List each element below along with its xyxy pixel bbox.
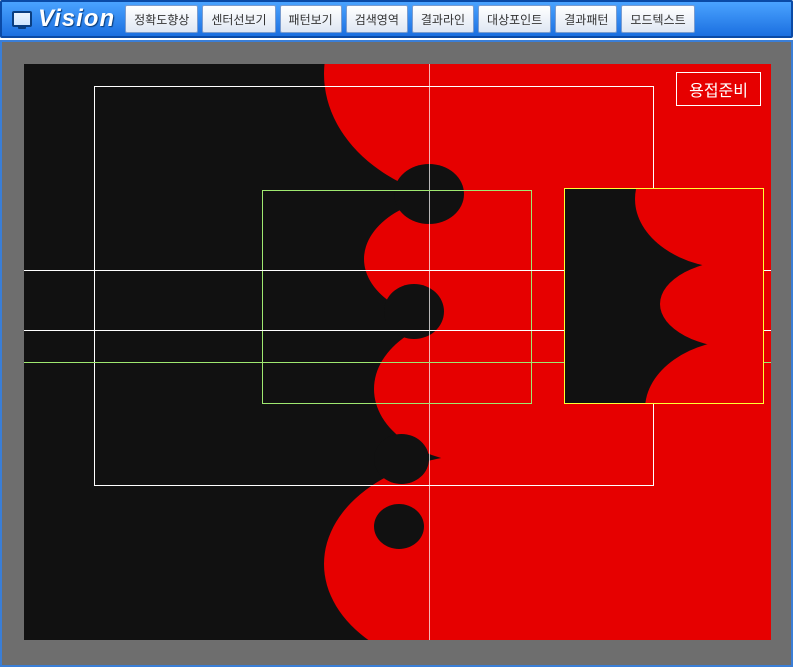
canvas-frame: 용접준비 <box>0 40 793 667</box>
btn-search-area[interactable]: 검색영역 <box>346 5 408 33</box>
btn-centerline[interactable]: 센터선보기 <box>202 5 275 33</box>
btn-accuracy[interactable]: 정확도향상 <box>125 5 198 33</box>
status-label: 용접준비 <box>676 72 761 106</box>
btn-pattern-view[interactable]: 패턴보기 <box>280 5 342 33</box>
btn-mode-text[interactable]: 모드텍스트 <box>621 5 694 33</box>
app-title: Vision <box>38 5 115 33</box>
app-logo: Vision <box>6 5 121 33</box>
monitor-icon <box>12 11 32 27</box>
result-pattern-overlay <box>564 188 764 404</box>
pattern-rect <box>262 190 532 404</box>
vision-canvas[interactable]: 용접준비 <box>24 64 771 640</box>
btn-result-line[interactable]: 결과라인 <box>412 5 474 33</box>
toolbar: Vision 정확도향상 센터선보기 패턴보기 검색영역 결과라인 대상포인트 … <box>0 0 793 38</box>
btn-result-pattern[interactable]: 결과패턴 <box>555 5 617 33</box>
bulge-4 <box>374 504 424 549</box>
btn-target-point[interactable]: 대상포인트 <box>478 5 551 33</box>
